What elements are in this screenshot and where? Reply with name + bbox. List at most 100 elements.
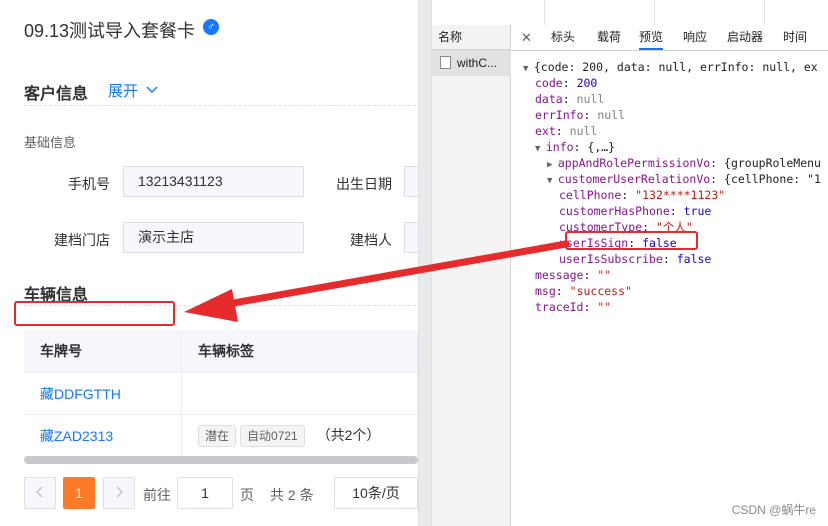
next-page-button[interactable]	[103, 477, 135, 509]
request-row[interactable]: withC...	[432, 50, 511, 76]
table-row: 藏DDFGTTH	[24, 372, 418, 415]
pane-splitter[interactable]	[418, 0, 432, 526]
basic-info-subheading: 基础信息	[24, 135, 77, 150]
tab-payload[interactable]: 载荷	[597, 25, 621, 50]
goto-page-input[interactable]: 1	[177, 477, 233, 509]
column-header-plate: 车牌号	[24, 330, 182, 373]
json-key: ext	[535, 124, 556, 138]
chevron-down-icon	[146, 86, 158, 93]
tab-initiator[interactable]: 启动器	[727, 25, 763, 50]
store-field[interactable]: 演示主店	[123, 222, 304, 253]
expand-triangle-icon[interactable]: ▼	[547, 176, 558, 186]
birthdate-field[interactable]	[404, 166, 418, 197]
json-key: traceId	[535, 300, 584, 314]
json-value: {,…}	[587, 140, 616, 154]
json-value: ""	[597, 300, 612, 314]
page-size-select[interactable]: 10条/页	[334, 477, 418, 509]
document-icon	[440, 56, 451, 69]
json-line: cellPhone: "132****1123"	[559, 188, 726, 202]
json-value: "success"	[569, 284, 632, 298]
chevron-right-icon	[116, 486, 123, 498]
json-line: code: 200	[535, 76, 598, 90]
json-key: code	[535, 76, 563, 90]
expand-label: 展开	[108, 83, 139, 100]
store-label: 建档门店	[54, 232, 110, 248]
customer-detail-pane: 09.13测试导入套餐卡 ♂ 客户信息 展开 基础信息 手机号 13213431…	[0, 0, 418, 526]
highlight-box-empty-area	[14, 301, 175, 326]
json-value: "132****1123"	[635, 188, 726, 202]
vehicle-tags-cell: 潜在 自动0721 （共2个）	[181, 414, 418, 457]
page-number-current[interactable]: 1	[63, 477, 95, 509]
phone-field[interactable]: 13213431123	[123, 166, 304, 197]
json-key: cellPhone	[559, 188, 622, 202]
highlight-box-userissign	[565, 231, 698, 250]
customer-info-heading: 客户信息	[24, 86, 89, 103]
tab-response[interactable]: 响应	[683, 25, 707, 50]
json-line: msg: "success"	[535, 284, 632, 298]
request-name: withC...	[457, 56, 498, 70]
prev-page-button[interactable]	[24, 477, 56, 509]
json-preview: ▼ {code: 200, data: null, errInfo: null,…	[511, 51, 828, 526]
devtools-network-panel: 名称 withC... ✕ 标头 载荷 预览 响应 启动器 时间 ▼ {code…	[432, 0, 828, 526]
table-header-row: 车牌号 车辆标签	[24, 330, 418, 373]
json-line: traceId: ""	[535, 300, 612, 314]
devtools-top-strip	[432, 0, 828, 26]
json-summary: {code: 200, data: null, errInfo: null, e…	[533, 60, 818, 74]
expand-toggle[interactable]: 展开	[108, 80, 158, 101]
request-list: 名称 withC...	[432, 25, 511, 526]
tab-headers[interactable]: 标头	[551, 25, 575, 50]
close-icon[interactable]: ✕	[521, 25, 532, 50]
json-key: info	[545, 140, 574, 154]
tab-preview[interactable]: 预览	[639, 25, 664, 50]
json-key: customerHasPhone	[559, 204, 670, 218]
json-key: customerUserRelationVo	[557, 172, 711, 186]
json-key: data	[535, 92, 563, 106]
json-value: false	[676, 252, 712, 266]
json-value: null	[597, 108, 626, 122]
phone-label: 手机号	[68, 176, 110, 192]
json-line: errInfo: null	[535, 108, 626, 122]
vehicle-tags-cell	[181, 372, 418, 415]
page-unit-label: 页	[240, 487, 254, 503]
json-value: 200	[576, 76, 598, 90]
horizontal-scrollbar[interactable]	[24, 456, 418, 464]
json-value: {cellPhone: "1	[724, 172, 821, 186]
json-value: true	[683, 204, 712, 218]
tab-timing[interactable]: 时间	[783, 25, 807, 50]
json-key: msg	[535, 284, 556, 298]
json-key: errInfo	[535, 108, 584, 122]
json-line: userIsSubscribe: false	[559, 252, 712, 266]
json-line: data: null	[535, 92, 605, 106]
json-line: customerHasPhone: true	[559, 204, 712, 218]
json-key: appAndRolePermissionVo	[557, 156, 711, 170]
collapse-triangle-icon[interactable]: ▶	[547, 160, 558, 170]
json-line: ext: null	[535, 124, 598, 138]
json-key: message	[535, 268, 584, 282]
vehicle-table: 车牌号 车辆标签 藏DDFGTTH 藏ZAD2313 潜在 自动0721 （共2个…	[24, 330, 418, 457]
vehicle-tag: 自动0721	[240, 424, 305, 447]
plate-link[interactable]: 藏ZAD2313	[24, 414, 182, 457]
goto-label: 前往	[143, 487, 171, 503]
json-value: null	[569, 124, 598, 138]
json-key: userIsSubscribe	[559, 252, 663, 266]
page-title: 09.13测试导入套餐卡	[24, 21, 196, 41]
total-count: 共 2 条	[270, 487, 314, 503]
creator-field[interactable]	[404, 222, 418, 253]
request-detail-tabs: ✕ 标头 载荷 预览 响应 启动器 时间	[511, 25, 828, 51]
tag-count: （共2个）	[316, 426, 381, 443]
chevron-left-icon	[36, 486, 43, 498]
birthdate-label: 出生日期	[336, 176, 392, 192]
json-value: null	[576, 92, 605, 106]
column-header-tags: 车辆标签	[181, 330, 418, 373]
json-value: {groupRoleMenu	[724, 156, 821, 170]
json-value: ""	[597, 268, 612, 282]
section-divider	[24, 105, 416, 106]
plate-link[interactable]: 藏DDFGTTH	[24, 372, 182, 415]
watermark: CSDN @蜗牛re	[731, 503, 816, 517]
male-gender-icon: ♂	[203, 19, 219, 35]
expand-triangle-icon[interactable]: ▼	[535, 144, 546, 154]
table-row: 藏ZAD2313 潜在 自动0721 （共2个）	[24, 414, 418, 457]
name-column-header[interactable]: 名称	[432, 25, 511, 50]
expand-triangle-icon[interactable]: ▼	[523, 64, 534, 74]
json-line: message: ""	[535, 268, 612, 282]
